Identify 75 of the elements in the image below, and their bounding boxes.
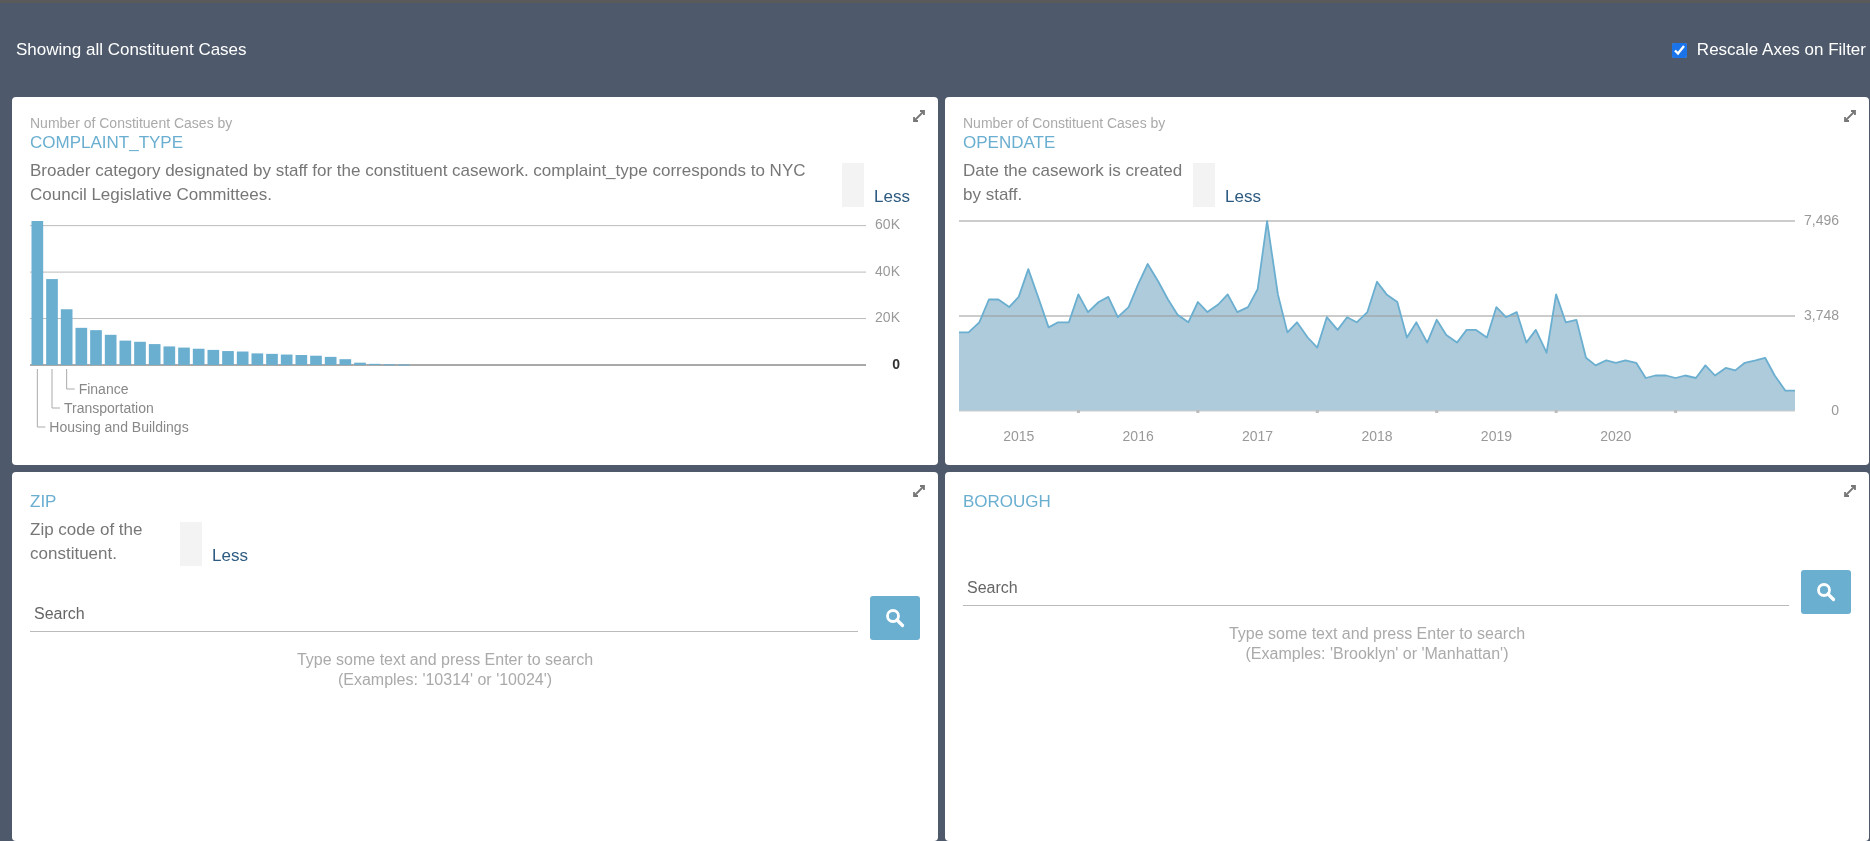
expand-icon[interactable] bbox=[1843, 109, 1857, 123]
bar[interactable] bbox=[295, 355, 308, 365]
expand-icon[interactable] bbox=[912, 484, 926, 498]
bar[interactable] bbox=[119, 340, 132, 365]
leader-line bbox=[36, 368, 46, 428]
bar[interactable] bbox=[46, 279, 58, 365]
axis-tick bbox=[1076, 410, 1080, 413]
search-icon bbox=[1816, 582, 1836, 602]
bar[interactable] bbox=[178, 347, 190, 365]
leader-line bbox=[66, 368, 76, 390]
axis-label: 0 bbox=[1831, 401, 1839, 418]
axis-label: 0 bbox=[892, 355, 900, 372]
axis-label: 2019 bbox=[1480, 428, 1512, 444]
bar[interactable] bbox=[31, 221, 44, 365]
bar[interactable] bbox=[339, 359, 352, 365]
hint-text: Type some text and press Enter to search bbox=[295, 650, 595, 670]
search-button[interactable] bbox=[870, 596, 920, 640]
expand-icon[interactable] bbox=[1843, 484, 1857, 498]
hint-text: (Examples: 'Brooklyn' or 'Manhattan') bbox=[1244, 644, 1510, 664]
axis-label: 2018 bbox=[1361, 428, 1393, 444]
less-link[interactable]: Less bbox=[212, 546, 248, 566]
card-title: BOROUGH bbox=[963, 492, 1052, 512]
card-title: OPENDATE bbox=[963, 133, 1057, 153]
expand-icon[interactable] bbox=[912, 109, 926, 123]
less-link[interactable]: Less bbox=[1225, 187, 1261, 207]
bar[interactable] bbox=[310, 355, 322, 365]
axis-tick bbox=[1435, 410, 1439, 413]
category-label: Finance bbox=[78, 381, 129, 397]
description-text: Zip code of the constituent. bbox=[30, 519, 144, 565]
axis-label: 60K bbox=[875, 216, 900, 233]
rescale-checkbox[interactable] bbox=[1671, 42, 1687, 58]
bar[interactable] bbox=[251, 353, 264, 365]
bar[interactable] bbox=[236, 351, 249, 365]
bar[interactable] bbox=[134, 341, 146, 365]
page-title: Showing all Constituent Cases bbox=[16, 40, 247, 60]
search-icon bbox=[885, 608, 905, 628]
axis-label: 7,496 bbox=[1803, 211, 1839, 228]
leader-line bbox=[51, 368, 61, 409]
card-subtitle: Number of Constituent Cases by bbox=[30, 115, 234, 131]
hint-text: (Examples: '10314' or '10024') bbox=[336, 670, 554, 690]
bar[interactable] bbox=[354, 362, 366, 365]
axis-tick bbox=[1554, 410, 1558, 413]
axis-label: 40K bbox=[875, 262, 900, 279]
axis-tick bbox=[1674, 410, 1678, 413]
bar[interactable] bbox=[222, 351, 234, 365]
card-title: COMPLAINT_TYPE bbox=[30, 133, 185, 153]
bar[interactable] bbox=[324, 356, 337, 365]
hint-text: Type some text and press Enter to search bbox=[1227, 624, 1527, 644]
bar[interactable] bbox=[104, 334, 117, 365]
bar[interactable] bbox=[90, 330, 102, 365]
card-title: ZIP bbox=[30, 492, 58, 512]
bar[interactable] bbox=[280, 354, 293, 365]
checkbox-label: Rescale Axes on Filter bbox=[1696, 40, 1866, 60]
bar[interactable] bbox=[75, 327, 88, 365]
description-text: Date the casework is created by staff. bbox=[963, 160, 1184, 206]
axis-label: 2017 bbox=[1242, 428, 1274, 444]
bar[interactable] bbox=[60, 309, 73, 365]
description-text: Broader category designated by staff for the constituent casework. complaint_type corresponds to NYC Council Legislative Committees. bbox=[30, 160, 807, 206]
axis-tick bbox=[1196, 410, 1200, 413]
bar[interactable] bbox=[266, 353, 278, 365]
axis-label: 20K bbox=[875, 309, 900, 326]
card-subtitle: Number of Constituent Cases by bbox=[963, 115, 1167, 131]
axis-label: 2020 bbox=[1600, 428, 1632, 444]
axis-label: 3,748 bbox=[1803, 306, 1839, 323]
axis-tick bbox=[1315, 410, 1319, 413]
bar[interactable] bbox=[207, 349, 220, 365]
category-label: Transportation bbox=[64, 400, 154, 416]
category-label: Housing and Buildings bbox=[49, 419, 189, 435]
search-button[interactable] bbox=[1801, 570, 1851, 614]
bar[interactable] bbox=[148, 344, 161, 365]
axis-label: 2015 bbox=[1003, 428, 1035, 444]
bar[interactable] bbox=[163, 346, 176, 365]
less-link[interactable]: Less bbox=[874, 187, 910, 207]
bar[interactable] bbox=[192, 348, 205, 365]
axis-label: 2016 bbox=[1122, 428, 1154, 444]
